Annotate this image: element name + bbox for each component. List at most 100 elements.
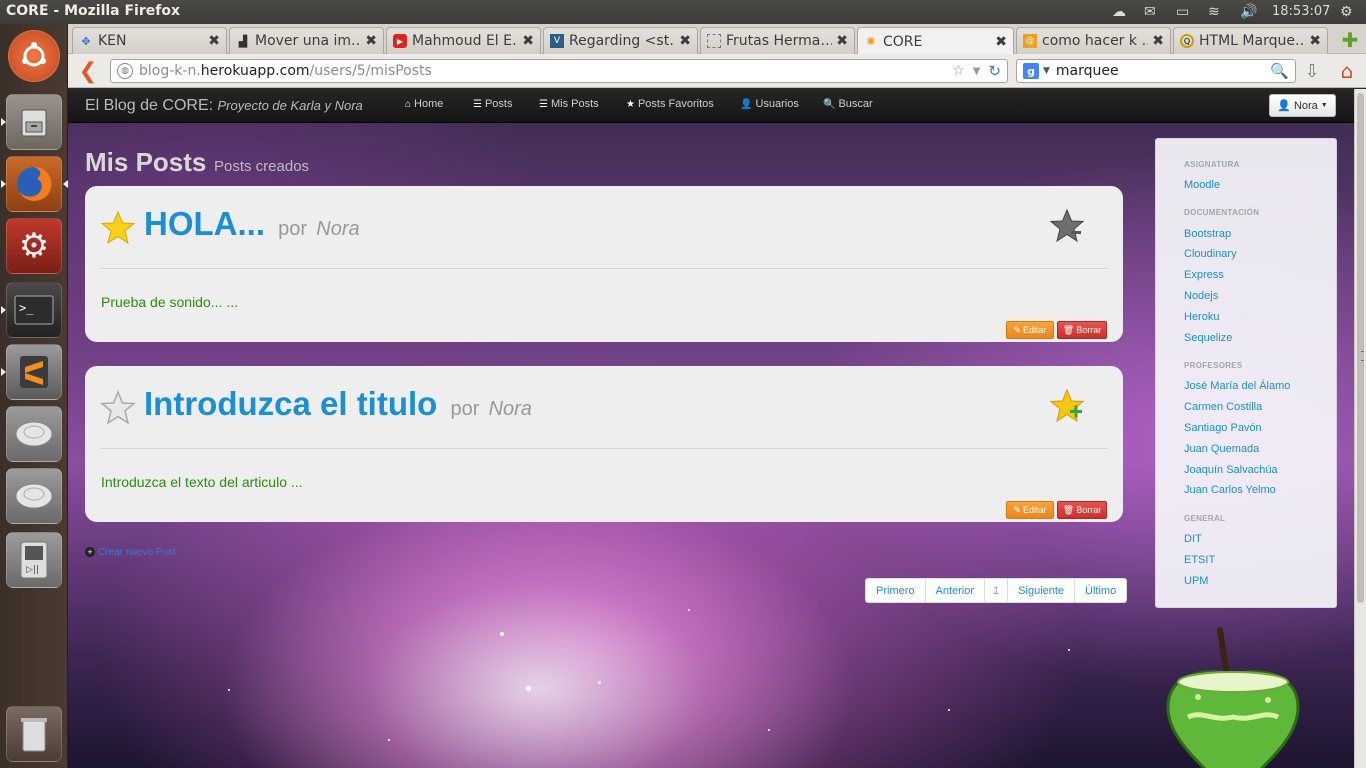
tab-label: HTML Marque…: [1199, 33, 1306, 49]
favorite-star-icon[interactable]: [100, 210, 136, 246]
page-title: Mis Posts: [85, 147, 207, 177]
drive-icon[interactable]: [6, 406, 62, 462]
page-scrollbar[interactable]: [1354, 89, 1366, 768]
sidebar-link-teacher[interactable]: Santiago Pavón: [1184, 422, 1262, 434]
terminal-icon[interactable]: >_: [1, 282, 62, 338]
bookmark-star-icon[interactable]: ☆: [952, 63, 965, 79]
media-player-icon[interactable]: ▷||: [6, 532, 62, 588]
tab-frutas[interactable]: Frutas Herma… ✖: [700, 27, 855, 54]
create-post-link[interactable]: + Crear nuevo Post: [85, 547, 176, 558]
volume-icon[interactable]: 🔊: [1240, 2, 1257, 22]
back-arrow-icon[interactable]: ❮: [76, 58, 100, 84]
firefox-icon[interactable]: [1, 156, 68, 212]
sidebar-link-teacher[interactable]: Joaquín Salvachúa: [1184, 464, 1278, 476]
system-settings-icon[interactable]: ⚙: [6, 218, 62, 274]
tab-close-icon[interactable]: ✖: [1309, 33, 1321, 49]
sidebar-link-cloudinary[interactable]: Cloudinary: [1184, 248, 1237, 260]
download-arrow-icon[interactable]: ⇩: [1300, 59, 1324, 83]
tab-como-hacer[interactable]: @ como hacer k … ✖: [1016, 27, 1171, 54]
user-icon: 👤: [1277, 100, 1291, 112]
wifi-icon[interactable]: ≋: [1208, 2, 1220, 22]
google-icon[interactable]: g: [1023, 63, 1039, 79]
delete-label: Borrar: [1076, 325, 1102, 335]
not-favorite-star-icon[interactable]: [100, 390, 136, 426]
add-favorite-star-icon[interactable]: [1050, 388, 1086, 424]
pagination-first[interactable]: Primero: [866, 579, 925, 602]
search-input[interactable]: marquee: [1056, 63, 1270, 79]
mail-icon[interactable]: ✉: [1144, 2, 1156, 22]
nav-my-posts[interactable]: ☰ Mis Posts: [539, 98, 599, 110]
clock[interactable]: 18:53:07: [1272, 2, 1330, 22]
tab-html-marquee[interactable]: Q HTML Marque… ✖: [1173, 27, 1328, 54]
tab-close-icon[interactable]: ✖: [995, 34, 1007, 50]
delete-button[interactable]: 🗑 Borrar: [1057, 501, 1107, 519]
delete-button[interactable]: 🗑 Borrar: [1057, 321, 1107, 339]
search-bar[interactable]: g ▼ marquee 🔍: [1016, 59, 1296, 83]
url-prefix: blog-k-n.: [139, 63, 201, 79]
system-top-panel: CORE - Mozilla Firefox ☁ ✉ ▭ ≋ 🔊 18:53:0…: [0, 0, 1366, 24]
pagination-prev[interactable]: Anterior: [924, 579, 985, 602]
nav-search[interactable]: 🔍 Buscar: [823, 98, 873, 110]
tab-close-icon[interactable]: ✖: [522, 33, 534, 49]
edit-button[interactable]: ✎ Editar: [1006, 501, 1054, 519]
globe-icon[interactable]: ◍: [117, 63, 133, 79]
scrollbar-thumb[interactable]: [1357, 93, 1364, 603]
tab-youtube[interactable]: ▶ Mahmoud El E… ✖: [386, 27, 541, 54]
tab-ken[interactable]: ✥ KEN ✖: [72, 27, 227, 54]
user-menu-button[interactable]: 👤 Nora ▼: [1269, 94, 1336, 117]
nav-posts[interactable]: ☰ Posts: [473, 98, 512, 110]
url-dropdown-icon[interactable]: ▼: [973, 66, 981, 77]
post-title[interactable]: Introduzca el titulo: [144, 385, 437, 422]
remove-favorite-star-icon[interactable]: [1050, 208, 1086, 244]
edit-button[interactable]: ✎ Editar: [1006, 321, 1054, 339]
sidebar-link-heroku[interactable]: Heroku: [1184, 311, 1219, 323]
url-text[interactable]: blog-k-n.herokuapp.com/users/5/misPosts: [139, 63, 952, 79]
sidebar-link-sequelize[interactable]: Sequelize: [1184, 332, 1232, 344]
home-icon[interactable]: ⌂: [1334, 58, 1360, 84]
drive-icon-2[interactable]: [6, 468, 62, 524]
sidebar-link-upm[interactable]: UPM: [1184, 575, 1208, 587]
url-bar[interactable]: ◍ blog-k-n.herokuapp.com/users/5/misPost…: [110, 59, 1008, 83]
tab-core[interactable]: ✺ CORE ✖: [857, 27, 1014, 55]
sidebar-heading-subject: ASIGNATURA: [1184, 160, 1240, 169]
tab-mover-una-imagen[interactable]: ▟ Mover una im… ✖: [229, 27, 384, 54]
sidebar-link-teacher[interactable]: Juan Quemada: [1184, 443, 1259, 455]
nav-users[interactable]: 👤 Usuarios: [740, 98, 799, 110]
pagination-last[interactable]: Último: [1074, 579, 1126, 602]
search-icon[interactable]: 🔍: [1270, 62, 1289, 80]
trash-icon[interactable]: [6, 706, 62, 762]
reload-icon[interactable]: ↻: [988, 62, 1001, 80]
tab-close-icon[interactable]: ✖: [365, 33, 377, 49]
tab-close-icon[interactable]: ✖: [208, 33, 220, 49]
site-brand[interactable]: El Blog de CORE: Proyecto de Karla y Nor…: [85, 97, 363, 115]
cloud-icon[interactable]: ☁: [1112, 2, 1126, 22]
sidebar-link-moodle[interactable]: Moodle: [1184, 179, 1220, 191]
tab-close-icon[interactable]: ✖: [679, 33, 691, 49]
sidebar-link-teacher[interactable]: José María del Álamo: [1184, 380, 1290, 392]
tab-close-icon[interactable]: ✖: [836, 33, 848, 49]
sublime-text-icon[interactable]: [1, 344, 62, 400]
pagination-next[interactable]: Siguiente: [1007, 579, 1074, 602]
nav-home[interactable]: ⌂ Home: [405, 98, 443, 110]
nav-favorites[interactable]: ★ Posts Favoritos: [626, 98, 714, 110]
tab-close-icon[interactable]: ✖: [1152, 33, 1164, 49]
sidebar-link-dit[interactable]: DIT: [1184, 533, 1202, 545]
sidebar-link-express[interactable]: Express: [1184, 269, 1224, 281]
tab-regarding[interactable]: V Regarding <st… ✖: [543, 27, 698, 54]
new-tab-plus-icon[interactable]: ✚: [1340, 28, 1360, 52]
tab-label: KEN: [98, 33, 127, 49]
post-title[interactable]: HOLA...: [144, 205, 265, 242]
sidebar-link-teacher[interactable]: Juan Carlos Yelmo: [1184, 484, 1276, 496]
post-por-label: por: [450, 398, 480, 420]
session-gear-icon[interactable]: ⚙: [1340, 2, 1353, 22]
user-icon: 👤: [740, 99, 753, 110]
ubuntu-dash-icon[interactable]: [8, 30, 60, 82]
battery-icon[interactable]: ▭: [1176, 2, 1189, 22]
files-icon[interactable]: [1, 94, 62, 150]
sidebar-link-bootstrap[interactable]: Bootstrap: [1184, 228, 1231, 240]
sidebar-link-teacher[interactable]: Carmen Costilla: [1184, 401, 1262, 413]
sidebar-link-etsit[interactable]: ETSIT: [1184, 554, 1215, 566]
sidebar-link-nodejs[interactable]: Nodejs: [1184, 290, 1218, 302]
nav-home-label: Home: [414, 98, 444, 110]
search-engine-dropdown-icon[interactable]: ▼: [1043, 66, 1050, 76]
